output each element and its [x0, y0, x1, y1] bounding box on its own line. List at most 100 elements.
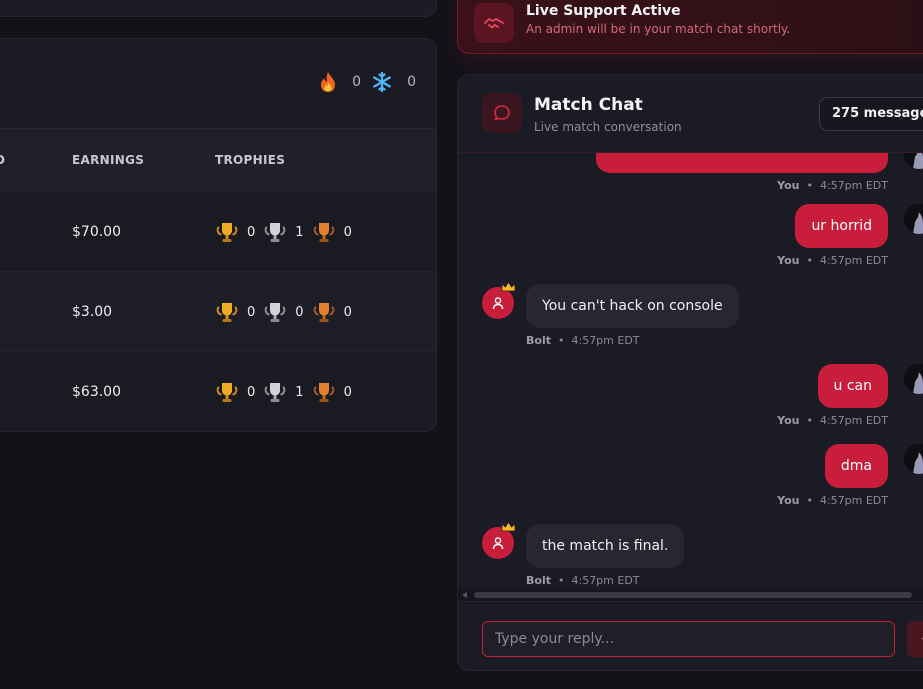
message-time: 4:57pm EDT	[819, 179, 888, 192]
message-time: 4:57pm EDT	[819, 254, 888, 267]
horizontal-scrollbar[interactable]	[458, 589, 923, 601]
chat-subtitle: Live match conversation	[534, 120, 682, 134]
earnings-cell: $63.00	[72, 384, 121, 400]
user-avatar	[904, 364, 923, 394]
gold-count: 0	[247, 384, 256, 400]
bronze-trophy-icon	[313, 223, 334, 242]
cold-streak-value: 0	[407, 74, 416, 90]
user-avatar	[904, 444, 923, 474]
silver-trophy-icon	[264, 223, 286, 242]
message-sender: You	[777, 494, 800, 507]
previous-card-edge	[0, 0, 437, 17]
column-header-cut: D	[0, 153, 5, 167]
admin-avatar	[482, 281, 516, 319]
admin-avatar	[482, 521, 516, 559]
user-icon	[492, 297, 504, 310]
fire-icon	[321, 72, 336, 92]
crown-icon	[501, 281, 516, 292]
streak-counters: 0 0	[318, 71, 416, 93]
chat-bubble-icon	[482, 93, 522, 133]
gold-trophy: 0	[215, 300, 255, 324]
message-meta: You • 4:57pm EDT	[777, 254, 888, 267]
hot-streak: 0	[318, 71, 361, 93]
bronze-count: 0	[343, 224, 352, 240]
trophies-cell: 0 1 0	[215, 380, 360, 404]
earnings-cell: $3.00	[72, 304, 113, 320]
message-bubble: dma	[824, 444, 888, 488]
message-meta: You • 4:57pm EDT	[777, 414, 888, 427]
chat-header: Match Chat Live match conversation 275 m…	[458, 75, 923, 153]
crown-icon	[501, 521, 516, 532]
silver-trophy: 0	[263, 300, 304, 324]
message-bubble: ur horrid	[795, 204, 888, 248]
message-time: 4:57pm EDT	[571, 334, 640, 347]
match-chat-card: Match Chat Live match conversation 275 m…	[457, 74, 923, 671]
gold-trophy: 0	[215, 380, 255, 404]
column-header-earnings: EARNINGS	[72, 153, 145, 167]
gold-trophy-icon	[216, 303, 238, 322]
reply-composer	[458, 601, 923, 670]
leaderboard-panel: 0 0 D EARNINGS TROPHIES $70.	[0, 38, 437, 432]
hot-streak-value: 0	[352, 74, 362, 90]
earnings-cell: $70.00	[72, 224, 121, 240]
trophies-cell: 0 1 0	[215, 220, 360, 244]
message-meta: You • 4:57pm EDT	[777, 494, 888, 507]
message-meta: Bolt • 4:57pm EDT	[526, 334, 640, 347]
message-sender: You	[777, 254, 800, 267]
send-icon	[921, 638, 923, 640]
bronze-trophy: 0	[312, 300, 352, 324]
support-subtitle: An admin will be in your match chat shor…	[526, 22, 791, 36]
message-meta: Bolt • 4:57pm EDT	[526, 574, 640, 587]
snowflake-icon	[373, 71, 391, 93]
send-button[interactable]	[907, 621, 923, 657]
message-bubble: You can't hack on console	[526, 284, 739, 328]
bronze-trophy-icon	[313, 383, 334, 402]
table-header: D EARNINGS TROPHIES	[0, 129, 436, 192]
gold-trophy: 0	[215, 220, 255, 244]
panel-header: 0 0	[0, 39, 436, 129]
gold-trophy-icon	[216, 223, 238, 242]
message-time: 4:57pm EDT	[819, 414, 888, 427]
silver-count: 1	[295, 384, 304, 400]
chat-title: Match Chat	[534, 95, 643, 115]
live-support-banner: Live Support Active An admin will be in …	[457, 0, 923, 54]
bronze-count: 0	[343, 384, 352, 400]
message-meta: You • 4:57pm EDT	[777, 179, 888, 192]
user-avatar	[904, 204, 923, 234]
bronze-trophy: 0	[312, 380, 352, 404]
message-time: 4:57pm EDT	[571, 574, 640, 587]
table-row: $70.00 0 1 0	[0, 192, 436, 272]
message-sender: You	[777, 179, 800, 192]
message-bubble: u can	[817, 364, 888, 408]
column-header-trophies: TROPHIES	[215, 153, 286, 167]
scrollbar-thumb[interactable]	[474, 592, 912, 598]
gold-count: 0	[247, 304, 256, 320]
message-bubble	[596, 153, 888, 173]
user-icon	[492, 537, 504, 550]
silver-count: 1	[295, 224, 304, 240]
gold-trophy-icon	[216, 383, 238, 402]
silver-trophy: 1	[263, 220, 304, 244]
message-time: 4:57pm EDT	[819, 494, 888, 507]
cold-streak: 0	[371, 71, 416, 93]
silver-trophy-icon	[264, 383, 286, 402]
message-sender: You	[777, 414, 800, 427]
gold-count: 0	[247, 224, 256, 240]
message-bubble: the match is final.	[526, 524, 685, 568]
message-list[interactable]: You • 4:57pm EDT ur horrid You • 4:57pm EDT	[458, 153, 923, 589]
user-avatar	[904, 153, 923, 169]
bronze-trophy-icon	[313, 303, 334, 322]
trophies-cell: 0 0 0	[215, 300, 360, 324]
reply-input[interactable]	[482, 621, 895, 657]
table-row: $3.00 0 0 0	[0, 272, 436, 352]
support-title: Live Support Active	[526, 3, 681, 19]
silver-trophy-icon	[264, 303, 286, 322]
bronze-count: 0	[343, 304, 352, 320]
bronze-trophy: 0	[312, 220, 352, 244]
table-row: $63.00 0 1 0	[0, 352, 436, 431]
silver-count: 0	[295, 304, 304, 320]
handshake-icon	[474, 3, 514, 43]
message-count-badge: 275 messages	[819, 97, 923, 131]
message-sender: Bolt	[526, 574, 551, 587]
scroll-left-arrow-icon[interactable]	[462, 592, 467, 598]
